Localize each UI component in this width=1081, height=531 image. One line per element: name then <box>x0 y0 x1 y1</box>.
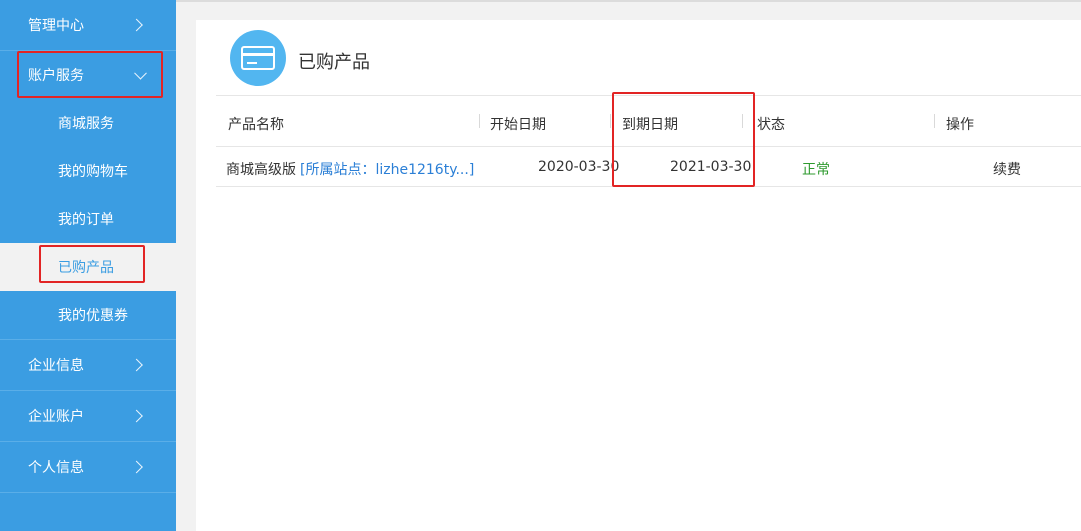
column-separator <box>934 114 935 128</box>
sidebar-item-label: 管理中心 <box>28 18 84 34</box>
sidebar-item-label: 已购产品 <box>58 260 114 276</box>
column-header-product-name: 产品名称 <box>228 117 284 133</box>
column-separator <box>479 114 480 128</box>
sidebar-item-personal-info[interactable]: 个人信息 <box>0 442 176 492</box>
column-header-end-date: 到期日期 <box>622 117 678 133</box>
sidebar-item-company-info[interactable]: 企业信息 <box>0 340 176 390</box>
sidebar-item-admin-center[interactable]: 管理中心 <box>0 0 176 50</box>
sidebar-item-company-account[interactable]: 企业账户 <box>0 391 176 441</box>
sidebar-item-label: 商城服务 <box>58 116 114 132</box>
column-header-status: 状态 <box>757 117 785 133</box>
sidebar-item-my-orders[interactable]: 我的订单 <box>0 195 176 243</box>
chevron-down-icon <box>134 66 147 80</box>
sidebar-item-label: 我的优惠券 <box>58 308 128 324</box>
sidebar-item-my-coupons[interactable]: 我的优惠券 <box>0 291 176 339</box>
table-header-divider <box>216 146 1081 147</box>
sidebar-item-label: 账户服务 <box>28 68 84 84</box>
credit-card-glyph <box>241 46 275 70</box>
chevron-right-icon <box>130 460 143 474</box>
sidebar-item-label: 我的订单 <box>58 212 114 228</box>
sidebar: 管理中心 账户服务 商城服务 我的购物车 我的订单 已购产品 我的优惠券 企业信… <box>0 0 176 531</box>
site-link[interactable]: [所属站点：lizhe1216ty...] <box>300 159 474 179</box>
status-cell: 正常 <box>802 162 830 178</box>
column-separator <box>610 114 611 128</box>
sidebar-item-label: 企业信息 <box>28 358 84 374</box>
chevron-right-icon <box>130 409 143 423</box>
divider <box>0 492 176 493</box>
sidebar-item-mall-services[interactable]: 商城服务 <box>0 99 176 147</box>
column-header-action: 操作 <box>946 117 974 133</box>
sidebar-item-account-services[interactable]: 账户服务 <box>0 51 176 99</box>
header-divider <box>216 95 1081 96</box>
column-header-start-date: 开始日期 <box>490 117 546 133</box>
credit-card-icon <box>230 30 286 86</box>
renew-button[interactable]: 续费 <box>993 159 1021 179</box>
sidebar-item-shopping-cart[interactable]: 我的购物车 <box>0 147 176 195</box>
sidebar-item-label: 我的购物车 <box>58 164 128 180</box>
sidebar-item-label: 企业账户 <box>28 409 84 425</box>
end-date-cell: 2021-03-30 <box>670 159 752 175</box>
sidebar-item-purchased-products[interactable]: 已购产品 <box>0 243 176 291</box>
table-row-divider <box>216 186 1081 187</box>
chevron-right-icon <box>130 18 143 32</box>
page-title: 已购产品 <box>298 52 370 73</box>
column-separator <box>742 114 743 128</box>
chevron-right-icon <box>130 358 143 372</box>
top-border <box>176 0 1081 2</box>
start-date-cell: 2020-03-30 <box>538 159 620 175</box>
sidebar-item-label: 个人信息 <box>28 460 84 476</box>
content-card: 已购产品 产品名称 开始日期 到期日期 状态 操作 商城高级版 [所属站点：li… <box>196 20 1081 531</box>
product-name-cell: 商城高级版 <box>226 162 296 178</box>
